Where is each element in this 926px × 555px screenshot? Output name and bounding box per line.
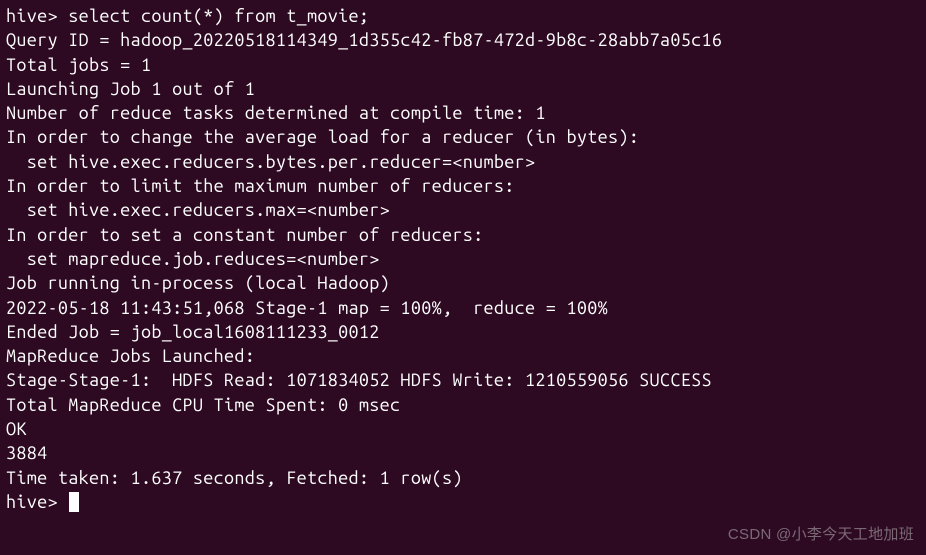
terminal-line: Total jobs = 1: [6, 53, 920, 77]
terminal-line: Number of reduce tasks determined at com…: [6, 101, 920, 125]
terminal-prompt: hive>: [6, 492, 68, 512]
terminal-line: In order to change the average load for …: [6, 125, 920, 149]
terminal-line: set hive.exec.reducers.max=<number>: [6, 198, 920, 222]
terminal-line: Launching Job 1 out of 1: [6, 77, 920, 101]
terminal-output[interactable]: hive> select count(*) from t_movie; Quer…: [6, 4, 920, 514]
terminal-line: set mapreduce.job.reduces=<number>: [6, 247, 920, 271]
terminal-line: OK: [6, 417, 920, 441]
terminal-line: Query ID = hadoop_20220518114349_1d355c4…: [6, 28, 920, 52]
terminal-line: hive> select count(*) from t_movie;: [6, 4, 920, 28]
watermark-text: CSDN @小李今天工地加班: [728, 525, 914, 545]
terminal-line: Ended Job = job_local1608111233_0012: [6, 320, 920, 344]
terminal-line: Time taken: 1.637 seconds, Fetched: 1 ro…: [6, 466, 920, 490]
terminal-line: 3884: [6, 441, 920, 465]
terminal-line: Stage-Stage-1: HDFS Read: 1071834052 HDF…: [6, 368, 920, 392]
terminal-line: Total MapReduce CPU Time Spent: 0 msec: [6, 393, 920, 417]
cursor-icon: [69, 492, 79, 512]
terminal-line: 2022-05-18 11:43:51,068 Stage-1 map = 10…: [6, 296, 920, 320]
terminal-line: set hive.exec.reducers.bytes.per.reducer…: [6, 150, 920, 174]
terminal-line: In order to set a constant number of red…: [6, 223, 920, 247]
terminal-prompt-line[interactable]: hive>: [6, 490, 920, 514]
terminal-line: In order to limit the maximum number of …: [6, 174, 920, 198]
terminal-line: Job running in-process (local Hadoop): [6, 271, 920, 295]
terminal-line: MapReduce Jobs Launched:: [6, 344, 920, 368]
